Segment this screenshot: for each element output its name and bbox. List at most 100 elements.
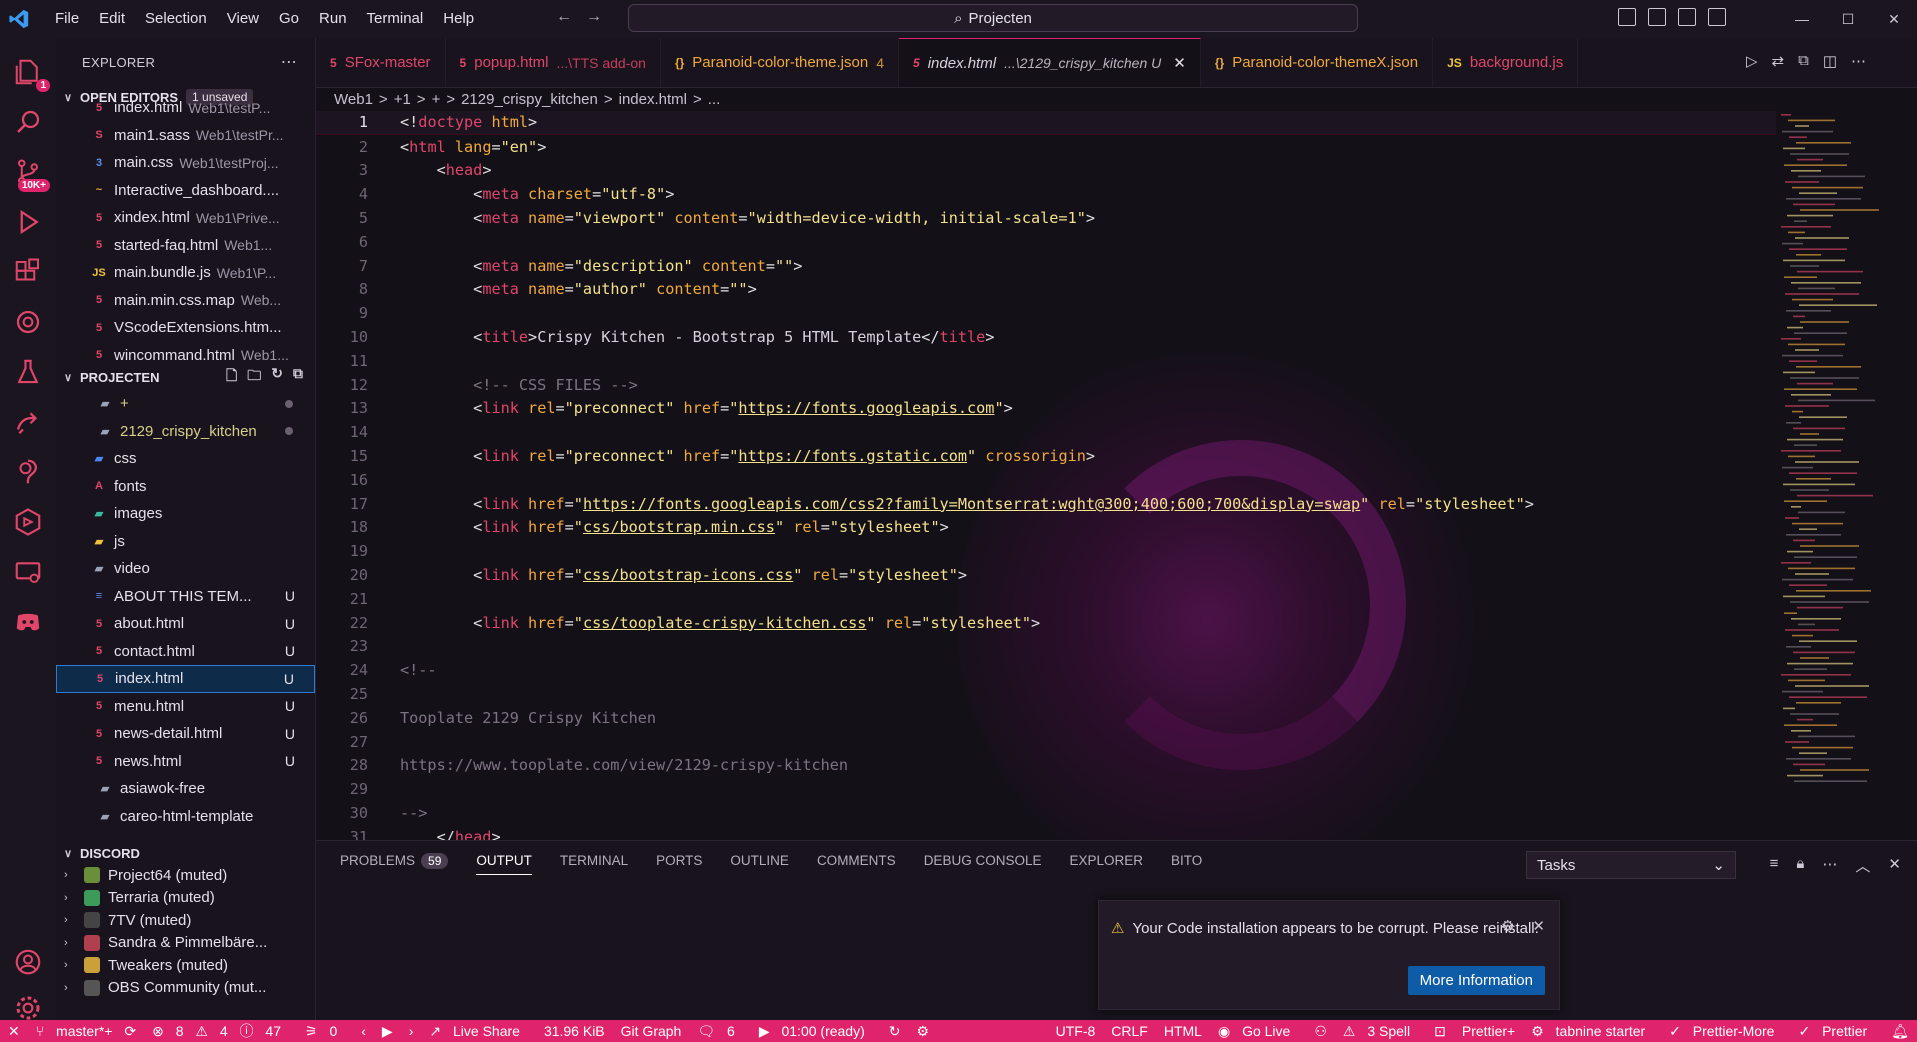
more-actions-icon[interactable]: ⋯ [281,52,297,72]
breadcrumb-item[interactable]: + [432,91,441,108]
project-tree-item[interactable]: 5 index.html U [56,665,315,693]
project-tree-item[interactable]: 5 about.html U [56,610,315,638]
open-editor-item[interactable]: JS main.bundle.js Web1\P... [56,259,315,287]
editor-tab[interactable]: {} Paranoid-color-themeX.json [1201,38,1434,87]
open-editor-item[interactable]: 5 index.html Web1\testP... [56,94,315,122]
menu-item-terminal[interactable]: Terminal [358,0,433,38]
project-tree-item[interactable]: 5 menu.html U [56,693,315,721]
collapse-all-icon[interactable]: ⧉ [293,365,303,389]
language-item[interactable]: HTML [1156,1023,1210,1039]
panel-tab-problems[interactable]: PROBLEMS 59 [340,853,449,875]
project-tree-item[interactable]: ▰ + [56,390,315,418]
run-icon[interactable]: ▷ [1746,52,1758,70]
toggle-sidebar-icon[interactable] [1618,8,1636,26]
project-tree-item[interactable]: ▰ css [56,445,315,473]
open-editor-item[interactable]: 5 xindex.html Web1\Prive... [56,204,315,232]
breadcrumb-item[interactable]: ... [708,91,721,108]
close-panel-icon[interactable]: ✕ [1888,855,1901,876]
breadcrumb-item[interactable]: +1 [394,91,411,108]
menu-item-view[interactable]: View [218,0,268,38]
editor-tab[interactable]: 5 popup.html ...\TTS add-on [446,38,661,87]
breadcrumb-item[interactable]: index.html [619,91,687,108]
compare-icon[interactable]: ⇄ [1772,52,1785,70]
menu-item-run[interactable]: Run [310,0,356,38]
comments-item[interactable]: 🗨 6 [689,1023,750,1040]
spell-item[interactable]: ⚠ 3 Spell [1335,1023,1426,1040]
breadcrumb-item[interactable]: 2129_crispy_kitchen [461,91,598,108]
explorer-icon[interactable]: 1 [10,54,50,92]
ports-item[interactable]: ⚞ 0 [297,1023,353,1040]
discord-server-item[interactable]: › Sandra & Pimmelbäre... [56,932,315,955]
open-editor-item[interactable]: 5 started-faq.html Web1... [56,232,315,260]
project-tree-item[interactable]: ▰ asiawok-free [56,775,315,803]
project-tree-item[interactable]: ▰ 2129_crispy_kitchen [56,418,315,446]
menu-item-help[interactable]: Help [434,0,483,38]
toggle-panel-icon[interactable] [1648,8,1666,26]
timer-item[interactable]: ▶ 01:00 (ready) [751,1023,881,1040]
next-icon[interactable]: › [401,1023,422,1039]
project-tree-item[interactable]: 5 contact.html U [56,638,315,666]
more-actions-icon[interactable]: ⋯ [1822,855,1837,876]
git-graph-item[interactable]: Git Graph [613,1023,690,1039]
project-tree-item[interactable]: Afonts [56,473,315,501]
menu-item-selection[interactable]: Selection [136,0,216,38]
close-icon[interactable]: ✕ [1532,917,1545,935]
panel-tab-explorer[interactable]: EXPLORER [1069,853,1143,875]
panel-tab-bito[interactable]: BITO [1171,853,1202,875]
project-tree-item[interactable]: ▰ js [56,528,315,556]
panel-tab-debug-console[interactable]: DEBUG CONSOLE [924,853,1042,875]
notifications-bell-icon[interactable]: 🔔︎ [1883,1023,1917,1040]
tabnine-item[interactable]: ⚙ tabnine starter [1523,1023,1661,1040]
project-tree-item[interactable]: 5 news-detail.html U [56,720,315,748]
new-folder-icon[interactable]: 🗀 [247,365,261,389]
open-editor-item[interactable]: 5 main.min.css.map Web... [56,287,315,315]
branch-item[interactable]: ⑂ master*+ ⟳ [28,1023,144,1040]
more-information-button[interactable]: More Information [1407,966,1545,995]
discord-icon[interactable] [10,604,46,640]
copilot-icon[interactable]: ⚇ [1306,1023,1335,1040]
play-icon[interactable]: ▶ [374,1023,401,1040]
refresh-icon[interactable]: ↻ [271,365,283,389]
toggle-secondary-sidebar-icon[interactable] [1678,8,1696,26]
menu-item-file[interactable]: File [46,0,88,38]
tree-view-icon[interactable] [10,454,46,490]
close-window-icon[interactable]: ✕ [1871,11,1917,28]
discord-server-item[interactable]: › 7TV (muted) [56,909,315,932]
prettier-plus-item[interactable]: Prettier+ [1454,1023,1523,1039]
menu-item-go[interactable]: Go [270,0,308,38]
panel-tab-terminal[interactable]: TERMINAL [560,853,628,875]
breadcrumb-item[interactable]: Web1 [334,91,373,108]
editor-tab[interactable]: JS background.js [1433,38,1579,87]
forward-arrow-icon[interactable]: → [586,8,602,26]
lock-icon[interactable]: 🔒︎ [1796,855,1804,876]
problems-item[interactable]: ⊗ 8 ⚠ 4 ⓘ 47 [144,1021,297,1041]
discord-server-item[interactable]: › Terraria (muted) [56,887,315,910]
testing-flask-icon[interactable] [10,354,46,390]
live-share-item[interactable]: ↗ Live Share [421,1023,536,1040]
open-editor-item[interactable]: 5 wincommand.html Web1... [56,342,315,362]
minimap[interactable] [1777,110,1897,810]
encoding-item[interactable]: UTF-8 [1048,1023,1104,1039]
split-editor-icon[interactable]: ◫ [1823,52,1837,70]
tasks-select[interactable]: Tasks ⌄ [1526,851,1736,879]
remote-icon[interactable]: ✕ [0,1023,28,1040]
project-tree-item[interactable]: ▰ images [56,500,315,528]
minimize-icon[interactable]: — [1779,11,1825,27]
open-editor-item[interactable]: ~ Interactive_dashboard.... [56,177,315,205]
new-file-icon[interactable]: 🗋 [226,365,237,389]
customize-layout-icon[interactable] [1708,8,1726,26]
panel-tab-comments[interactable]: COMMENTS [817,853,896,875]
prettier-item[interactable]: ✓ Prettier [1790,1023,1883,1040]
settings-icon[interactable]: ⚙ [909,1023,938,1040]
project-tree-item[interactable]: ▰ careo-html-template [56,803,315,831]
chatgpt-icon[interactable] [10,304,46,340]
panel-tab-outline[interactable]: OUTLINE [730,853,789,875]
project-tree-item[interactable]: ▰ video [56,555,315,583]
open-editor-item[interactable]: 3 main.css Web1\testProj... [56,149,315,177]
go-live-item[interactable]: ◉ Go Live [1210,1023,1306,1040]
clear-output-icon[interactable]: ≡ [1770,855,1779,876]
open-preview-icon[interactable]: ⧉ [1798,52,1809,70]
project-tree-item[interactable]: 5 news.html U [56,748,315,776]
projecten-header[interactable]: ∨ PROJECTEN 🗋 🗀 ↻ ⧉ [56,365,315,389]
back-arrow-icon[interactable]: ← [556,8,572,26]
